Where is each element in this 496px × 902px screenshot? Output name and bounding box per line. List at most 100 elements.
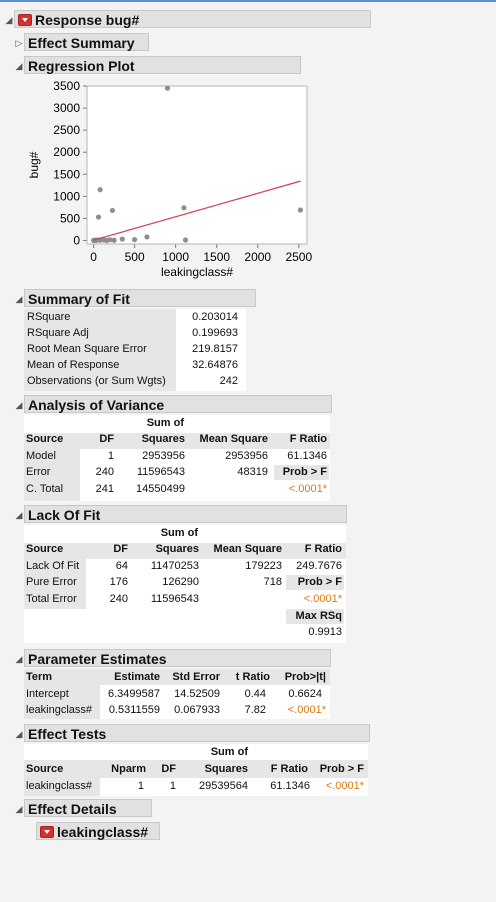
collapse-triangle-icon[interactable]: ◢ [14,728,24,740]
effect-tests-table: Sum of Source Nparm DF Squares F Ratio P… [24,744,368,796]
data-point [182,237,189,243]
data-point [95,214,102,220]
lof-cell: 64 [115,560,128,572]
anova-header[interactable]: Analysis of Variance [24,395,332,413]
tests-col-ss-1: Sum of [210,746,248,758]
tests-col-source: Source [26,763,64,775]
lof-cell: 718 [263,576,282,588]
effect-details-item[interactable]: leakingclass# [36,822,160,840]
tests-col-nparm: Nparm [111,763,146,775]
summary-label: Root Mean Square Error [27,343,147,355]
collapse-triangle-icon[interactable]: ◢ [4,14,14,26]
summary-value: 0.199693 [192,327,238,339]
anova-col-source: Source [26,433,64,445]
anova-row-source: C. Total [26,483,64,495]
summary-label: Observations (or Sum Wgts) [27,375,166,387]
anova-col-ms: Mean Square [199,433,268,445]
report-title[interactable]: Response bug# [14,10,371,28]
effect-details-header[interactable]: Effect Details [24,799,152,817]
tests-cell: 29539564 [199,780,248,792]
data-point [111,237,117,243]
collapse-triangle-icon[interactable]: ◢ [14,803,24,815]
p-value: <.0001* [325,780,364,792]
lof-col-df: DF [113,543,128,555]
param-col-term: Term [26,671,53,683]
regression-plot-header[interactable]: Regression Plot [24,56,301,74]
summary-of-fit-table: RSquare RSquare Adj Root Mean Square Err… [24,309,246,391]
anova-col-f: F Ratio [289,433,327,445]
y-tick-label: 3000 [53,101,80,115]
lof-col-ms: Mean Square [213,543,282,555]
x-tick-label: 2500 [285,250,312,264]
anova-col-ss-1: Sum of [146,417,184,429]
red-triangle-menu-icon[interactable] [18,14,32,27]
y-tick-label: 1000 [53,189,80,203]
tests-cell: 1 [169,780,176,792]
summary-of-fit-header[interactable]: Summary of Fit [24,289,256,307]
param-col-estimate: Estimate [114,671,160,683]
data-point [181,205,187,211]
data-point [164,85,171,91]
y-tick-label: 1500 [53,167,80,181]
anova-cell: 2953956 [142,450,185,462]
param-cell: 14.52509 [174,688,220,700]
collapse-triangle-icon[interactable]: ◢ [14,509,24,521]
anova-col-df: DF [99,433,114,445]
tests-col-ss-2: Squares [204,763,248,775]
prob-f-label: Prob > F [286,575,344,590]
anova-col-ss-2: Squares [141,433,185,445]
summary-value: 32.64876 [192,359,238,371]
param-term: Intercept [26,688,69,700]
lof-row-source: Lack Of Fit [26,560,80,572]
anova-table: Sum of Source DF Squares Mean Square F R… [24,415,330,501]
lof-cell: 240 [109,593,128,605]
max-rsq-value: 0.9913 [308,626,342,638]
lof-col-ss-1: Sum of [160,527,198,539]
plot-frame [86,85,308,245]
effect-tests-header[interactable]: Effect Tests [24,724,370,742]
tests-col-p: Prob > F [319,763,364,775]
regression-plot: 0 500 1000 1500 2000 2500 3000 3500 0 500 1000 150… [27,79,312,279]
data-point [97,187,103,193]
parameter-estimates-header[interactable]: Parameter Estimates [24,649,331,667]
collapse-triangle-icon[interactable]: ◢ [14,293,24,305]
param-cell: 6.3499587 [108,688,160,700]
effect-summary-header[interactable]: Effect Summary [24,33,149,51]
param-term: leakingclass# [26,704,93,716]
y-axis-label: bug# [27,151,41,178]
collapse-triangle-icon[interactable]: ◢ [14,60,24,72]
collapse-triangle-icon[interactable]: ◢ [14,653,24,665]
p-value: <.0001* [303,593,342,605]
param-col-tratio: t Ratio [235,671,270,683]
anova-cell: 2953956 [225,450,268,462]
data-point [132,236,138,243]
param-cell: 0.44 [244,688,266,700]
collapse-triangle-icon[interactable]: ◢ [14,399,24,411]
x-tick-label: 1000 [162,250,189,264]
summary-value: 0.203014 [192,311,238,323]
anova-cell: 14550499 [136,483,185,495]
summary-value: 242 [219,375,238,387]
param-cell: 0.6624 [288,688,322,700]
anova-cell: 240 [95,466,114,478]
lof-cell: 249.7676 [296,560,342,572]
data-point [109,207,116,214]
param-cell: 7.82 [244,704,266,716]
y-tick-label: 500 [60,211,80,225]
x-tick-label: 0 [90,250,97,264]
red-triangle-menu-icon[interactable] [40,826,54,839]
p-value: <.0001* [287,704,326,716]
anova-row-source: Model [26,450,56,462]
summary-label: RSquare Adj [27,327,89,339]
tests-cell: 1 [137,780,144,792]
expand-triangle-icon[interactable]: ▷ [14,37,24,49]
lof-col-source: Source [26,543,64,555]
data-point [144,234,150,240]
summary-label: RSquare [27,311,71,323]
lof-row-source: Pure Error [26,576,77,588]
x-tick-label: 2000 [244,250,271,264]
tests-cell: 61.1346 [270,780,310,792]
anova-cell: 61.1346 [287,450,327,462]
anova-cell: 1 [107,450,114,462]
lack-of-fit-header[interactable]: Lack Of Fit [24,505,347,523]
